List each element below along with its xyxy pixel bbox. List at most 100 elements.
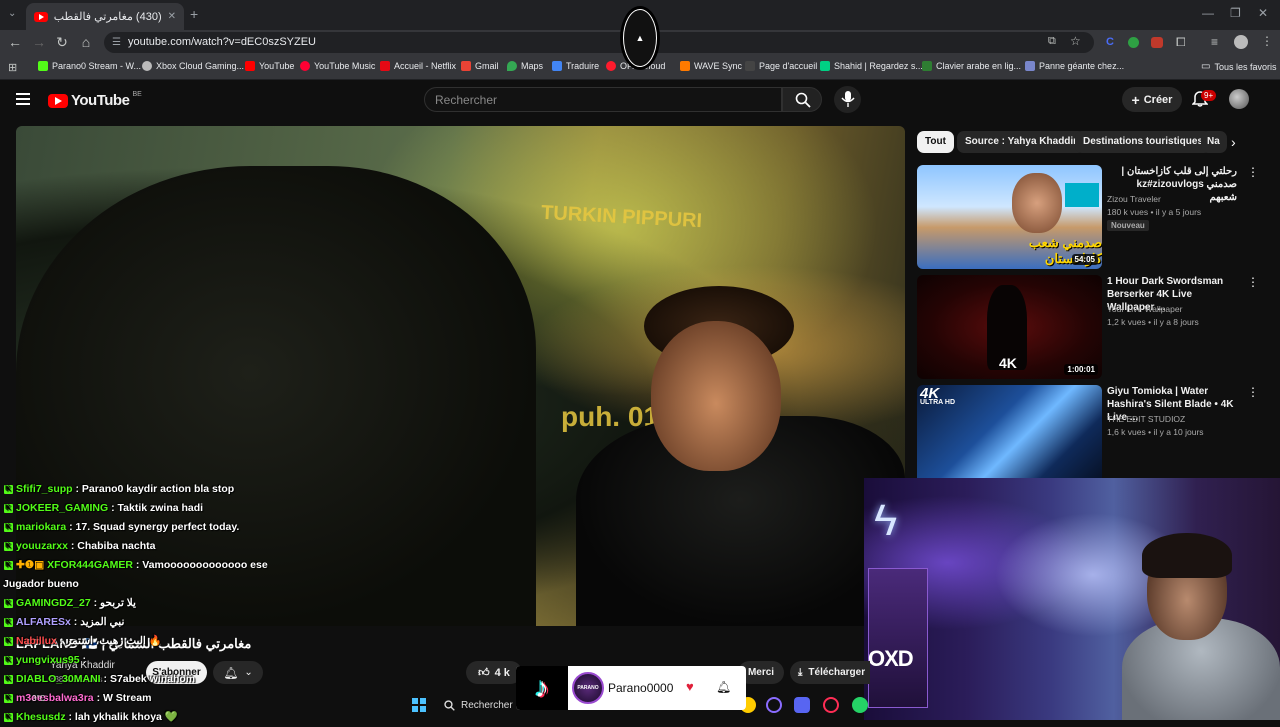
bookmark-item[interactable]: YouTube: [245, 61, 294, 71]
extension-c-icon[interactable]: C: [1106, 36, 1114, 48]
account-avatar[interactable]: [1229, 89, 1249, 109]
hamburger-menu-icon[interactable]: [16, 93, 30, 105]
bookmark-item[interactable]: Accueil - Netflix: [380, 61, 456, 71]
bookmark-item[interactable]: WAVE Sync: [680, 61, 742, 71]
download-button[interactable]: ⤓ Télécharger: [790, 661, 870, 684]
search-icon: [795, 92, 811, 108]
more-options-icon[interactable]: ⋮: [1247, 275, 1259, 289]
reading-list-icon[interactable]: ≡: [1211, 35, 1218, 49]
room-logo-text: OXD: [868, 646, 914, 671]
site-info-icon[interactable]: ☰: [112, 37, 121, 48]
recommendation-channel[interactable]: Your Live Wallpaper: [1107, 304, 1182, 314]
more-options-icon[interactable]: ⋮: [1247, 385, 1259, 399]
create-button[interactable]: + Créer: [1122, 87, 1182, 112]
kick-badge-icon: K: [4, 484, 13, 494]
bookmark-item[interactable]: Parano0 Stream - W...: [38, 61, 141, 71]
search-icon: [444, 699, 455, 711]
home-icon[interactable]: ⌂: [77, 34, 95, 50]
profile-icon[interactable]: [1234, 35, 1248, 49]
extensions-puzzle-icon[interactable]: ⧠: [1176, 35, 1186, 50]
bookmark-item[interactable]: YouTube Music: [300, 61, 375, 71]
chip-destinations[interactable]: Destinations touristiques: [1075, 131, 1212, 153]
netflix-icon: [380, 61, 390, 71]
opera-icon: [606, 61, 616, 71]
chat-username: mariokara: [16, 521, 67, 533]
bookmark-item[interactable]: Maps: [507, 61, 543, 71]
recommendation-channel[interactable]: Zizou Traveler: [1107, 194, 1161, 204]
recommendation-channel[interactable]: THE EDIT STUDIOZ: [1107, 414, 1185, 424]
apps-grid-icon[interactable]: ⊞: [8, 61, 17, 74]
kick-badge-icon: K: [4, 674, 13, 684]
chat-text: : W Stream: [96, 692, 152, 704]
search-input[interactable]: Rechercher: [424, 87, 782, 112]
recommendation-item[interactable]: 4K ULTRA HD Giyu Tomioka | Water Hashira…: [917, 385, 1262, 478]
recommendation-meta: 1,2 k vues • il y a 8 jours: [1107, 317, 1199, 327]
extension-green-icon[interactable]: [1128, 37, 1139, 48]
app-circle-icon[interactable]: [766, 697, 782, 713]
recommendation-item[interactable]: صدمني شعب كازاخستان 54:05 رحلتي إلى قلب …: [917, 165, 1262, 269]
bookmark-item[interactable]: Xbox Cloud Gaming...: [142, 61, 244, 71]
chevron-right-icon[interactable]: ›: [1231, 134, 1236, 150]
browser-tab-active[interactable]: (430) مغامرتي فالقطب الشما... ✕: [26, 3, 184, 30]
wave-icon: [680, 61, 690, 71]
news-icon: [1025, 61, 1035, 71]
bookmark-item[interactable]: Clavier arabe en lig...: [922, 61, 1021, 71]
thumbnail-flag: [1065, 183, 1099, 207]
webcam-overlay: ϟ OXD: [864, 478, 1280, 720]
windows-start-icon[interactable]: [412, 698, 426, 712]
new-tab-button[interactable]: +: [190, 6, 198, 22]
chat-text: : S7abek winahom: [103, 673, 196, 685]
install-icon[interactable]: ⧉: [1048, 35, 1056, 48]
bookmark-item[interactable]: Page d'accueil: [745, 61, 817, 71]
bell-icon: 🔔︎: [716, 680, 732, 694]
chat-text: : Taktik zwina hadi: [111, 502, 204, 514]
close-tab-icon[interactable]: ✕: [168, 11, 176, 22]
recommendation-thumbnail[interactable]: 4K ULTRA HD: [917, 385, 1102, 478]
streamer-logo-emblem: ▲: [624, 10, 656, 66]
youtube-logo[interactable]: YouTube BE: [48, 91, 142, 109]
discord-icon[interactable]: [794, 697, 810, 713]
reload-icon[interactable]: ↻: [53, 34, 71, 51]
chat-text: : البث رهيب، استمر 🔥: [59, 635, 162, 647]
bookmark-item[interactable]: Shahid | Regardez s...: [820, 61, 923, 71]
opera-gx-icon[interactable]: [823, 697, 839, 713]
kick-badge-icon: K: [4, 712, 13, 722]
recommendation-thumbnail[interactable]: 4K 1:00:01: [917, 275, 1102, 379]
browser-menu-icon[interactable]: ⋮: [1261, 34, 1273, 48]
folder-icon: ▭: [1201, 61, 1211, 72]
chat-message: K ALFARESx : نبي المزيد: [0, 613, 520, 632]
chat-message: Kyouuzarxx : Chabiba nachta: [0, 537, 520, 556]
bookmark-item[interactable]: Gmail: [461, 61, 499, 71]
back-icon[interactable]: ←: [6, 34, 24, 50]
bookmark-star-icon[interactable]: ☆: [1070, 34, 1081, 48]
chip-all[interactable]: Tout: [917, 131, 954, 153]
extension-red-icon[interactable]: [1151, 37, 1163, 48]
kick-badge-icon: K: [4, 560, 13, 570]
tiktok-logo-icon: ♪: [516, 666, 568, 710]
search-button[interactable]: [782, 87, 822, 112]
all-bookmarks-button[interactable]: ▭ Tous les favoris: [1201, 61, 1276, 72]
chat-text: : Chabiba nachta: [70, 540, 156, 552]
recommendation-thumbnail[interactable]: صدمني شعب كازاخستان 54:05: [917, 165, 1102, 269]
maximize-icon[interactable]: ❐: [1230, 6, 1241, 20]
youtube-header: YouTube BE Rechercher + Créer: [0, 81, 1280, 119]
whatsapp-icon[interactable]: [852, 697, 868, 713]
tab-search-button[interactable]: ⌄: [8, 8, 16, 19]
chat-text: : يلا تربحو: [93, 597, 136, 609]
more-options-icon[interactable]: ⋮: [1247, 165, 1259, 179]
voice-search-button[interactable]: [834, 86, 861, 113]
forward-icon[interactable]: →: [30, 34, 48, 50]
chip-more[interactable]: Na: [1201, 131, 1227, 153]
new-badge: Nouveau: [1107, 220, 1149, 231]
chat-text: : Parano0 kaydir action bla stop: [75, 483, 235, 495]
chat-username: youuzarxx: [16, 540, 68, 552]
address-bar[interactable]: ☰ youtube.com/watch?v=dEC0szSYZEU ⧉ ☆: [104, 32, 1094, 53]
translate-icon: [552, 61, 562, 71]
recommendation-item[interactable]: 4K 1:00:01 1 Hour Dark Swordsman Berserk…: [917, 275, 1262, 379]
bookmark-item[interactable]: Traduire: [552, 61, 599, 71]
minimize-icon[interactable]: —: [1202, 6, 1214, 20]
bookmark-item[interactable]: Panne géante chez...: [1025, 61, 1124, 71]
close-window-icon[interactable]: ✕: [1258, 6, 1268, 20]
video-duration: 1:00:01: [1064, 364, 1098, 375]
chip-source[interactable]: Source : Yahya Khaddir: [957, 131, 1086, 153]
